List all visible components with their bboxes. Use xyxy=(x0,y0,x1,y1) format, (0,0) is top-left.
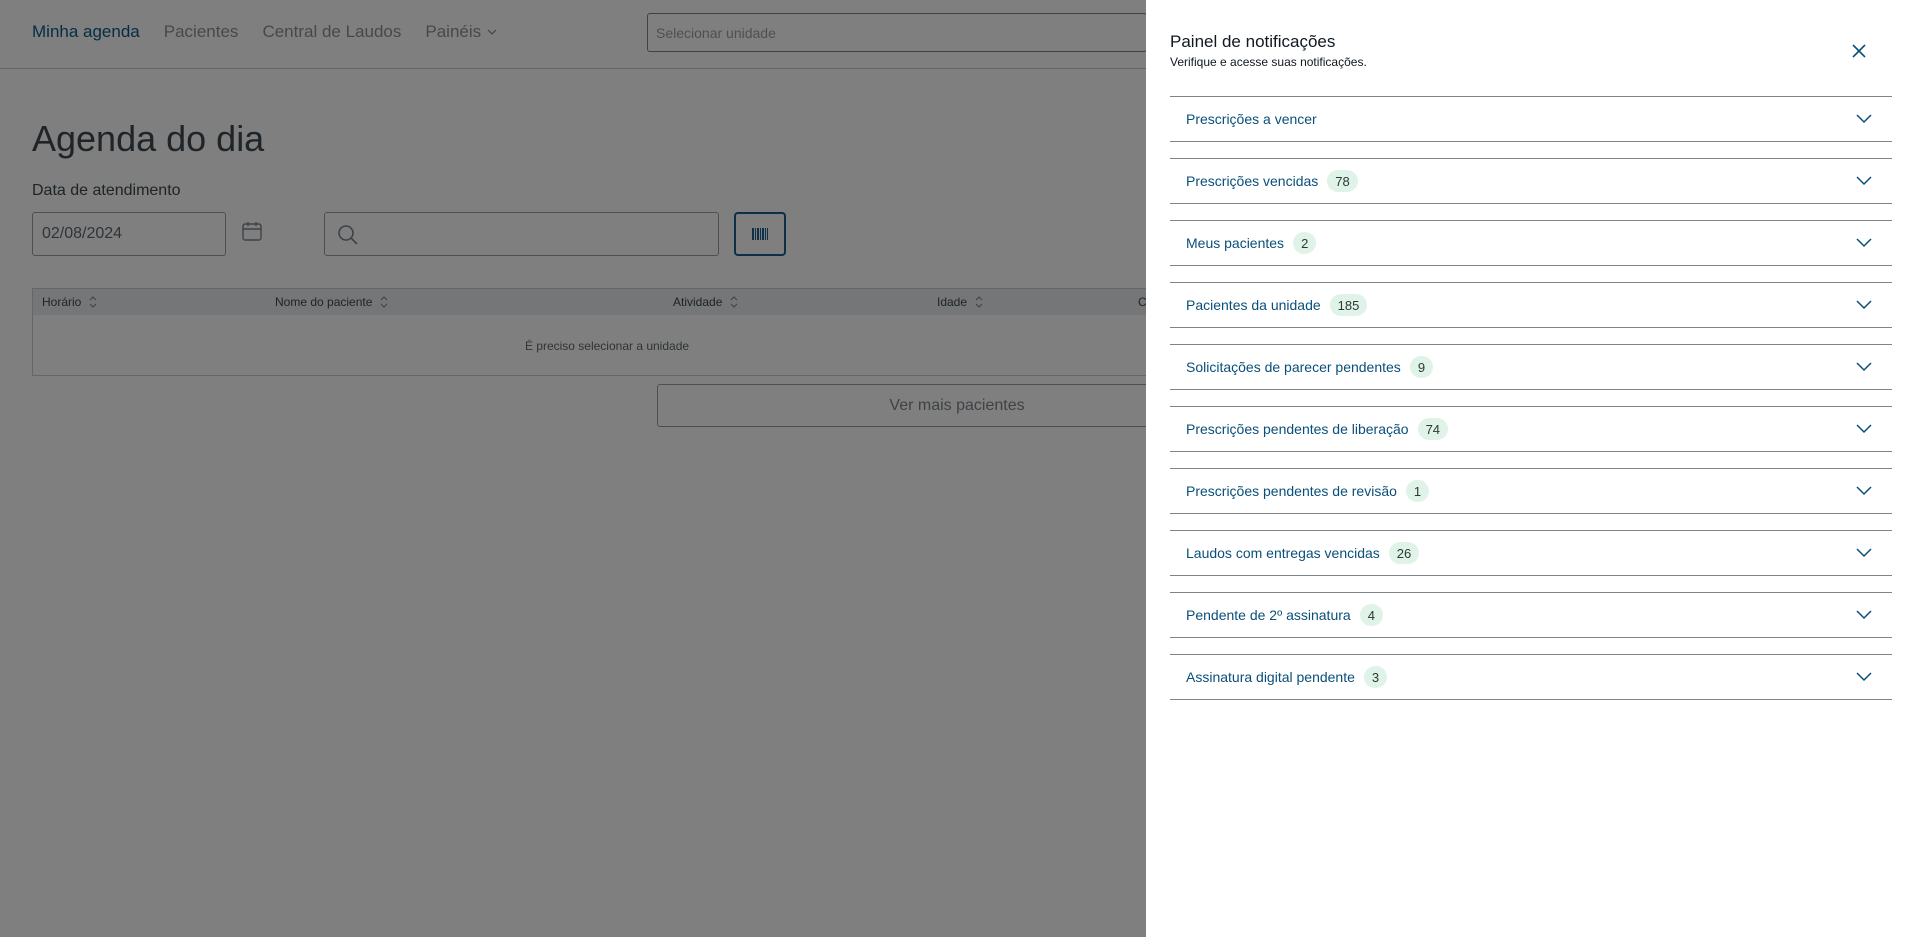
accordion-item-prescricoes-pendentes-liberacao[interactable]: Prescrições pendentes de liberação 74 xyxy=(1170,406,1892,452)
count-badge: 2 xyxy=(1293,232,1317,254)
accordion-label: Assinatura digital pendente xyxy=(1186,669,1355,685)
accordion-label: Prescrições pendentes de liberação xyxy=(1186,421,1409,437)
chevron-down-icon xyxy=(1856,300,1872,310)
count-badge: 78 xyxy=(1327,170,1358,192)
chevron-down-icon xyxy=(1856,176,1872,186)
accordion-label: Meus pacientes xyxy=(1186,235,1285,251)
drawer-subtitle: Verifique e acesse suas notificações. xyxy=(1170,55,1367,69)
chevron-down-icon xyxy=(1856,424,1872,434)
notifications-drawer: Painel de notificações Verifique e acess… xyxy=(1146,0,1912,937)
accordion-label: Laudos com entregas vencidas xyxy=(1186,545,1380,561)
count-badge: 4 xyxy=(1359,604,1383,626)
accordion-item-prescricoes-vencidas[interactable]: Prescrições vencidas 78 xyxy=(1170,158,1892,204)
accordion-label: Prescrições pendentes de revisão xyxy=(1186,483,1397,499)
count-badge: 1 xyxy=(1405,480,1430,502)
count-badge: 26 xyxy=(1388,542,1420,564)
accordion-item-pendente-2-assinatura[interactable]: Pendente de 2º assinatura 4 xyxy=(1170,592,1892,638)
accordion-label: Prescrições a vencer xyxy=(1186,111,1317,127)
chevron-down-icon xyxy=(1856,486,1872,496)
chevron-down-icon xyxy=(1856,238,1872,248)
chevron-down-icon xyxy=(1856,610,1872,620)
chevron-down-icon xyxy=(1856,548,1872,558)
chevron-down-icon xyxy=(1856,114,1872,124)
count-badge: 3 xyxy=(1363,666,1388,688)
accordion-item-prescricoes-a-vencer[interactable]: Prescrições a vencer xyxy=(1170,96,1892,142)
chevron-down-icon xyxy=(1856,362,1872,372)
accordion-item-meus-pacientes[interactable]: Meus pacientes 2 xyxy=(1170,220,1892,266)
accordion-label: Pendente de 2º assinatura xyxy=(1186,607,1351,623)
drawer-title: Painel de notificações xyxy=(1170,32,1336,51)
count-badge: 9 xyxy=(1409,356,1434,378)
chevron-down-icon xyxy=(1856,672,1872,682)
accordion-label: Pacientes da unidade xyxy=(1186,297,1321,313)
accordion-item-prescricoes-pendentes-revisao[interactable]: Prescrições pendentes de revisão 1 xyxy=(1170,468,1892,514)
close-drawer-button[interactable] xyxy=(1848,40,1870,62)
accordion-label: Solicitações de parecer pendentes xyxy=(1186,359,1401,375)
accordion-label: Prescrições vencidas xyxy=(1186,173,1319,189)
accordion-item-assinatura-digital-pendente[interactable]: Assinatura digital pendente 3 xyxy=(1170,654,1892,700)
accordion-item-laudos-entregas-vencidas[interactable]: Laudos com entregas vencidas 26 xyxy=(1170,530,1892,576)
count-badge: 74 xyxy=(1417,418,1449,440)
accordion-item-solicitacoes-de-parecer[interactable]: Solicitações de parecer pendentes 9 xyxy=(1170,344,1892,390)
accordion-item-pacientes-da-unidade[interactable]: Pacientes da unidade 185 xyxy=(1170,282,1892,328)
notification-accordion-list: Prescrições a vencer Prescrições vencida… xyxy=(1170,96,1892,716)
count-badge: 185 xyxy=(1329,294,1368,316)
close-icon xyxy=(1852,44,1866,58)
